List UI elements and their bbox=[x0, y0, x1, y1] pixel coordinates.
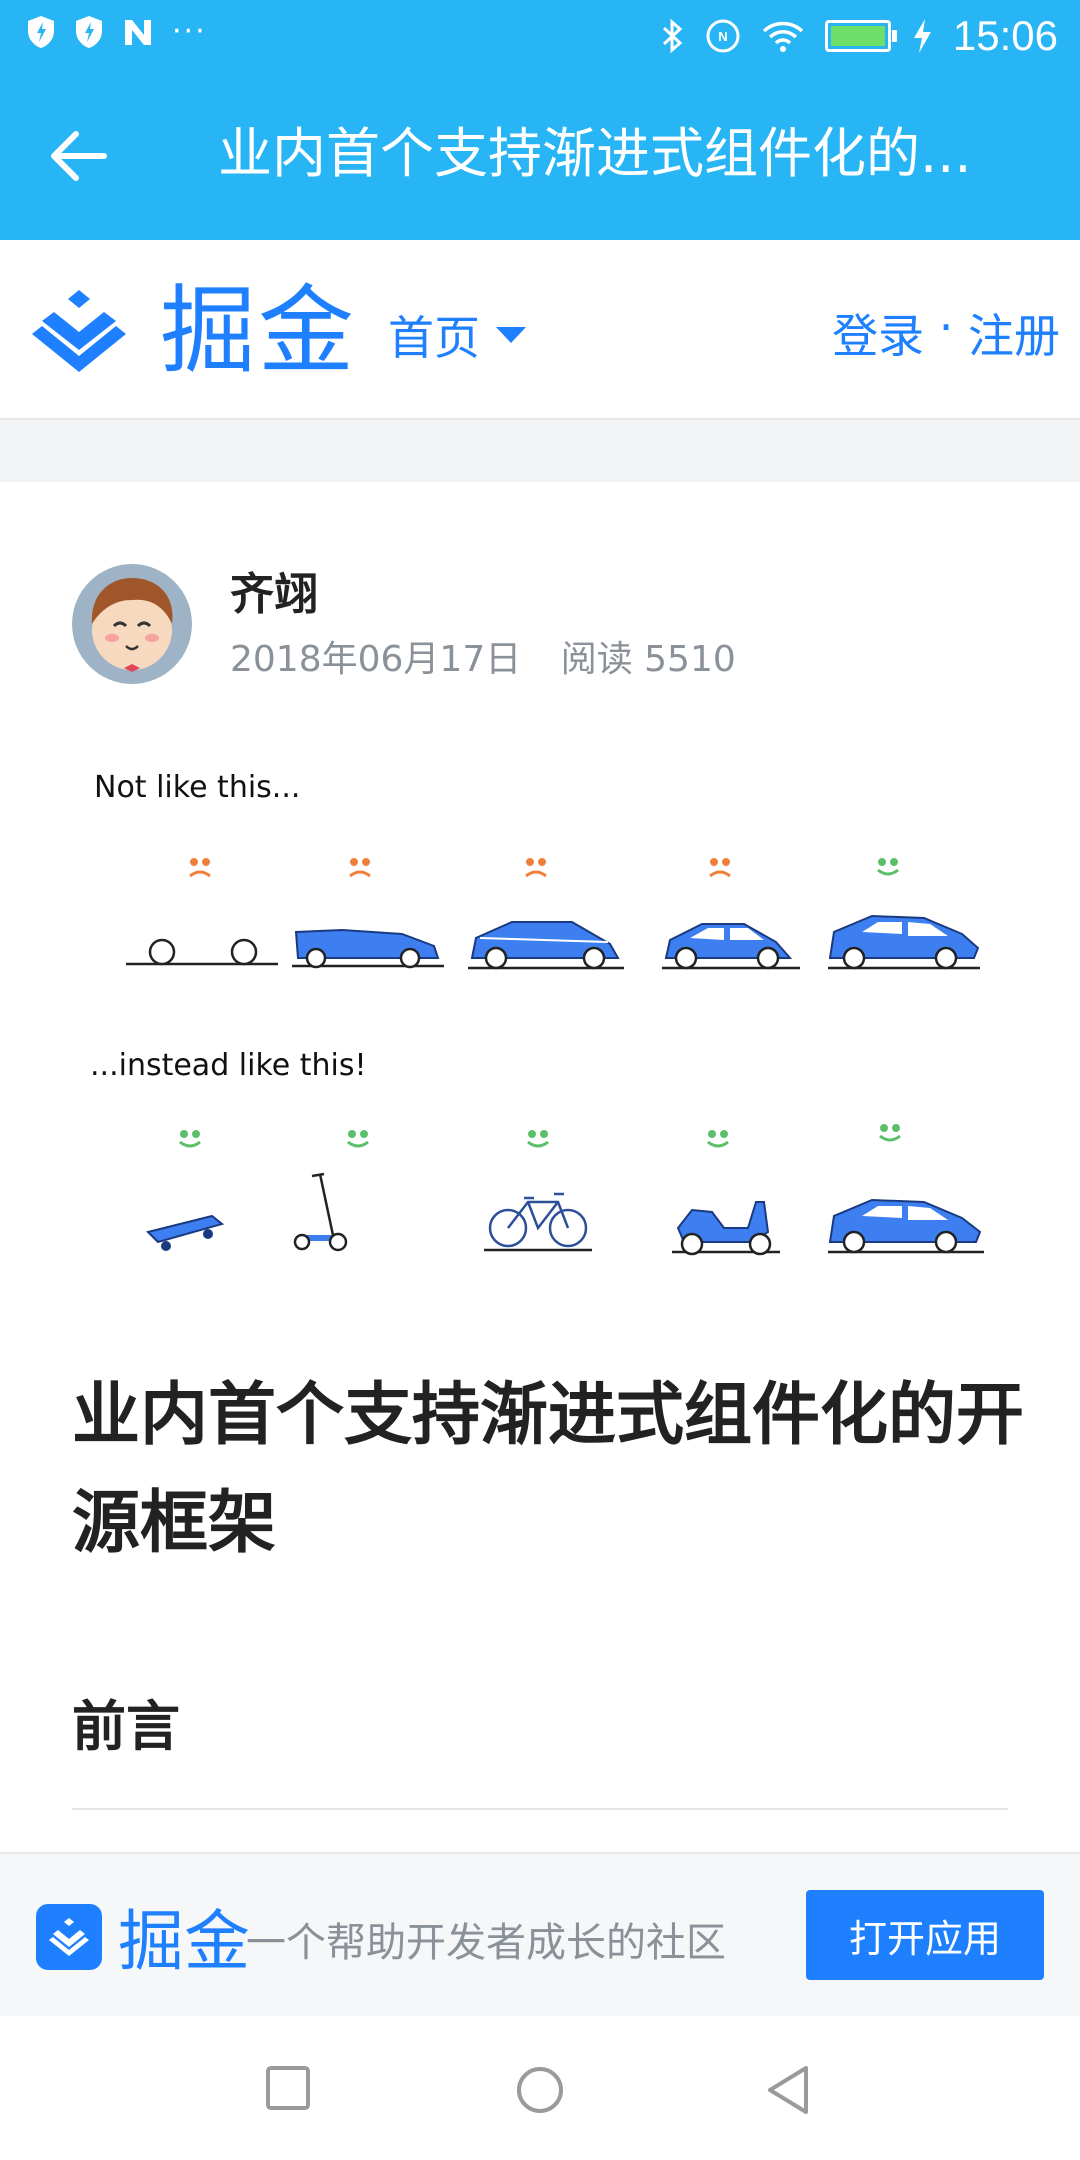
banner-slogan: 一个帮助开发者成长的社区 bbox=[246, 1920, 726, 1966]
more-dots-icon: ··· bbox=[172, 14, 207, 49]
back-nav-button[interactable] bbox=[764, 2064, 812, 2116]
article-title: 业内首个支持渐进式组件化的开源框架 bbox=[72, 1376, 1025, 1563]
system-nav-bar bbox=[0, 2016, 1080, 2160]
battery-icon bbox=[824, 20, 897, 52]
recent-apps-button[interactable] bbox=[264, 2064, 312, 2112]
shield-icon bbox=[28, 15, 54, 48]
n-icon bbox=[125, 19, 151, 45]
hero-illustration: Not like this... ...instead like this! bbox=[72, 762, 1008, 1322]
logo-text: 掘金 bbox=[160, 275, 356, 387]
page-title: 业内首个支持渐进式组件化的... bbox=[218, 122, 972, 185]
svg-text:N: N bbox=[718, 29, 727, 44]
happy-face-icon bbox=[527, 1130, 549, 1148]
sad-face-icon bbox=[709, 858, 731, 878]
wheels-drawing bbox=[126, 938, 278, 966]
car-with-windows-drawing bbox=[662, 923, 800, 970]
sad-face-icon bbox=[525, 858, 547, 878]
charging-icon bbox=[913, 19, 931, 53]
shield-bolt-icon bbox=[76, 15, 102, 48]
sad-face-icon bbox=[189, 858, 211, 878]
open-app-button[interactable]: 打开应用 bbox=[806, 1890, 1044, 1980]
happy-face-icon bbox=[179, 1130, 201, 1148]
read-count: 阅读 5510 bbox=[560, 639, 736, 680]
status-clock: 15:06 bbox=[952, 12, 1058, 59]
auth-links: 登录 · 注册 bbox=[832, 300, 1060, 366]
full-car-drawing bbox=[828, 1198, 984, 1254]
publish-date: 2018年06月17日 bbox=[230, 639, 522, 680]
nfc-icon: N bbox=[706, 19, 740, 53]
wifi-icon bbox=[762, 21, 804, 52]
home-button[interactable] bbox=[514, 2064, 566, 2116]
happy-face-icon bbox=[347, 1130, 369, 1148]
divider bbox=[72, 1808, 1008, 1810]
section-heading: 前言 bbox=[72, 1695, 180, 1758]
car-no-windows-drawing bbox=[468, 921, 624, 970]
mvp-comparison-drawing bbox=[126, 858, 984, 1256]
bicycle-drawing bbox=[484, 1192, 592, 1252]
juejin-logo-icon bbox=[49, 1918, 89, 1956]
avatar[interactable] bbox=[72, 564, 192, 684]
avatar-image bbox=[72, 564, 192, 684]
bluetooth-icon bbox=[662, 18, 683, 54]
status-bar: ··· N 15:06 bbox=[0, 0, 1080, 72]
sad-face-icon bbox=[349, 858, 371, 878]
full-car-drawing bbox=[828, 914, 980, 970]
app-download-banner: 掘金 一个帮助开发者成长的社区 打开应用 bbox=[0, 1852, 1080, 2018]
scooter-drawing bbox=[293, 1172, 348, 1252]
happy-face-icon bbox=[707, 1130, 729, 1148]
nav-home-label: 首页 bbox=[388, 311, 480, 365]
happy-face-icon bbox=[879, 1124, 901, 1142]
car-body-drawing bbox=[292, 928, 444, 969]
article-meta: 2018年06月17日 阅读 5510 bbox=[230, 630, 736, 682]
auth-separator: · bbox=[924, 300, 968, 354]
article-card: 齐翊 2018年06月17日 阅读 5510 Not like this... … bbox=[0, 482, 1080, 1852]
back-arrow-icon bbox=[51, 131, 107, 181]
site-header: 掘金 首页 登录 · 注册 bbox=[0, 240, 1080, 420]
login-link[interactable]: 登录 bbox=[832, 300, 924, 366]
site-logo[interactable]: 掘金 bbox=[24, 276, 356, 386]
moped-drawing bbox=[672, 1201, 780, 1256]
app-title-bar: 业内首个支持渐进式组件化的... bbox=[0, 72, 1080, 240]
back-button[interactable] bbox=[46, 124, 116, 188]
juejin-app-icon bbox=[36, 1904, 102, 1970]
caret-down-icon bbox=[496, 327, 526, 343]
skateboard-drawing bbox=[146, 1214, 225, 1251]
author-name[interactable]: 齐翊 bbox=[230, 558, 318, 622]
happy-face-icon bbox=[877, 858, 899, 876]
juejin-logo-icon bbox=[32, 290, 126, 372]
nav-home-dropdown[interactable]: 首页 bbox=[388, 302, 526, 368]
banner-logo-text: 掘金 bbox=[118, 1903, 250, 1980]
register-link[interactable]: 注册 bbox=[968, 300, 1060, 366]
